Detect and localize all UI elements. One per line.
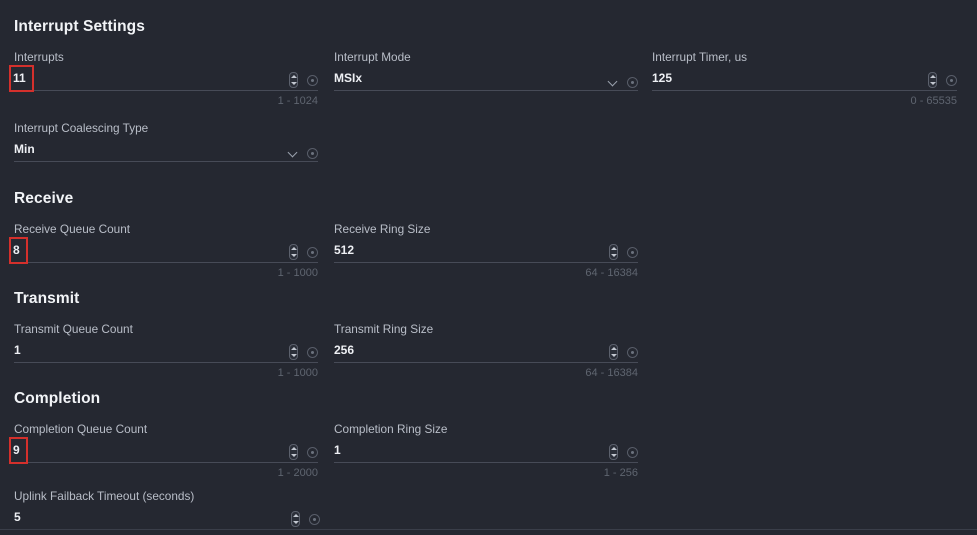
value-interrupt-coalescing-type[interactable]: Min <box>14 139 35 161</box>
label-receive-queue-count: Receive Queue Count <box>14 222 131 236</box>
spinner-stepper-icon[interactable] <box>609 244 618 260</box>
interrupt-settings-panel: Interrupt Settings Interrupts 11 1 - 102… <box>0 0 977 535</box>
label-interrupt-mode: Interrupt Mode <box>334 50 411 64</box>
info-icon[interactable] <box>627 346 638 358</box>
info-icon[interactable] <box>307 446 318 458</box>
adornments-uplink-failback-timeout <box>291 511 320 527</box>
value-completion-ring-size[interactable]: 1 <box>334 440 341 462</box>
input-transmit-ring-size[interactable]: 256 <box>334 340 638 363</box>
range-transmit-ring-size: 64 - 16384 <box>585 367 638 379</box>
label-transmit-queue-count: Transmit Queue Count <box>14 322 133 336</box>
label-receive-ring-size: Receive Ring Size <box>334 222 431 236</box>
field-interrupt-coalescing-type: Interrupt Coalescing Type Min <box>14 121 318 162</box>
info-icon[interactable] <box>627 77 638 88</box>
field-completion-queue-count: Completion Queue Count 9 1 - 2000 <box>9 422 318 479</box>
spinner-stepper-icon[interactable] <box>609 344 618 360</box>
input-interrupts[interactable]: 11 <box>9 65 318 92</box>
input-receive-ring-size[interactable]: 512 <box>334 240 638 263</box>
field-interrupt-mode: Interrupt Mode MSIx <box>334 50 638 95</box>
label-completion-ring-size: Completion Ring Size <box>334 422 448 436</box>
range-interrupt-timer: 0 - 65535 <box>910 95 957 107</box>
field-transmit-queue-count: Transmit Queue Count 1 1 - 1000 <box>14 322 318 379</box>
section-title-receive: Receive <box>14 190 74 207</box>
label-transmit-ring-size: Transmit Ring Size <box>334 322 434 336</box>
value-receive-ring-size[interactable]: 512 <box>334 240 354 262</box>
adornments-transmit-queue-count <box>289 344 318 360</box>
input-interrupt-timer[interactable]: 125 <box>652 68 957 91</box>
section-title-transmit: Transmit <box>14 290 80 307</box>
info-icon[interactable] <box>307 346 318 358</box>
adornments-interrupt-coalescing-type <box>289 148 318 159</box>
field-receive-queue-count: Receive Queue Count 8 1 - 1000 <box>9 222 318 279</box>
input-completion-queue-count[interactable]: 9 <box>9 437 318 464</box>
spinner-stepper-icon[interactable] <box>289 72 298 88</box>
label-completion-queue-count: Completion Queue Count <box>14 422 148 436</box>
range-interrupts: 1 - 1024 <box>277 95 318 107</box>
spinner-stepper-icon[interactable] <box>289 344 298 360</box>
field-interrupt-timer: Interrupt Timer, us 125 0 - 65535 <box>652 50 957 107</box>
field-completion-ring-size: Completion Ring Size 1 1 - 256 <box>334 422 638 479</box>
value-completion-queue-count[interactable]: 9 <box>9 437 28 464</box>
info-icon[interactable] <box>627 446 638 458</box>
section-title-completion: Completion <box>14 390 101 407</box>
value-interrupts[interactable]: 11 <box>9 65 34 92</box>
adornments-completion-queue-count <box>289 444 318 460</box>
info-icon[interactable] <box>627 246 638 258</box>
chevron-down-icon[interactable] <box>289 149 298 158</box>
chevron-down-icon[interactable] <box>609 78 618 87</box>
spinner-stepper-icon[interactable] <box>289 244 298 260</box>
panel-bottom-divider <box>0 529 977 530</box>
adornments-completion-ring-size <box>609 444 638 460</box>
spinner-stepper-icon[interactable] <box>928 72 937 88</box>
field-interrupts: Interrupts 11 1 - 1024 <box>9 50 318 107</box>
input-receive-queue-count[interactable]: 8 <box>9 237 318 264</box>
label-interrupts: Interrupts <box>14 50 64 64</box>
input-completion-ring-size[interactable]: 1 <box>334 440 638 463</box>
field-uplink-failback-timeout: Uplink Failback Timeout (seconds) 5 <box>14 489 320 530</box>
field-receive-ring-size: Receive Ring Size 512 64 - 16384 <box>334 222 638 279</box>
adornments-receive-queue-count <box>289 244 318 260</box>
value-interrupt-mode[interactable]: MSIx <box>334 68 362 90</box>
info-icon[interactable] <box>307 74 318 86</box>
info-icon[interactable] <box>307 246 318 258</box>
value-receive-queue-count[interactable]: 8 <box>9 237 28 264</box>
select-interrupt-mode[interactable]: MSIx <box>334 68 638 91</box>
range-transmit-queue-count: 1 - 1000 <box>277 367 318 379</box>
spinner-stepper-icon[interactable] <box>291 511 300 527</box>
range-receive-ring-size: 64 - 16384 <box>585 267 638 279</box>
adornments-interrupts <box>289 72 318 88</box>
adornments-transmit-ring-size <box>609 344 638 360</box>
label-uplink-failback-timeout: Uplink Failback Timeout (seconds) <box>14 489 195 503</box>
spinner-stepper-icon[interactable] <box>289 444 298 460</box>
section-title-interrupt-settings: Interrupt Settings <box>14 18 145 35</box>
spinner-stepper-icon[interactable] <box>609 444 618 460</box>
field-transmit-ring-size: Transmit Ring Size 256 64 - 16384 <box>334 322 638 379</box>
range-completion-queue-count: 1 - 2000 <box>277 467 318 479</box>
value-transmit-queue-count[interactable]: 1 <box>14 340 21 362</box>
select-interrupt-coalescing-type[interactable]: Min <box>14 139 318 162</box>
info-icon[interactable] <box>309 513 320 525</box>
range-receive-queue-count: 1 - 1000 <box>277 267 318 279</box>
info-icon[interactable] <box>946 74 957 86</box>
label-interrupt-coalescing-type: Interrupt Coalescing Type <box>14 121 149 135</box>
value-uplink-failback-timeout[interactable]: 5 <box>14 507 21 529</box>
adornments-interrupt-timer <box>928 72 957 88</box>
range-completion-ring-size: 1 - 256 <box>603 467 638 479</box>
value-interrupt-timer[interactable]: 125 <box>652 68 672 90</box>
input-transmit-queue-count[interactable]: 1 <box>14 340 318 363</box>
info-icon[interactable] <box>307 148 318 159</box>
input-uplink-failback-timeout[interactable]: 5 <box>14 507 320 530</box>
adornments-interrupt-mode <box>609 77 638 88</box>
value-transmit-ring-size[interactable]: 256 <box>334 340 354 362</box>
adornments-receive-ring-size <box>609 244 638 260</box>
label-interrupt-timer: Interrupt Timer, us <box>652 50 748 64</box>
